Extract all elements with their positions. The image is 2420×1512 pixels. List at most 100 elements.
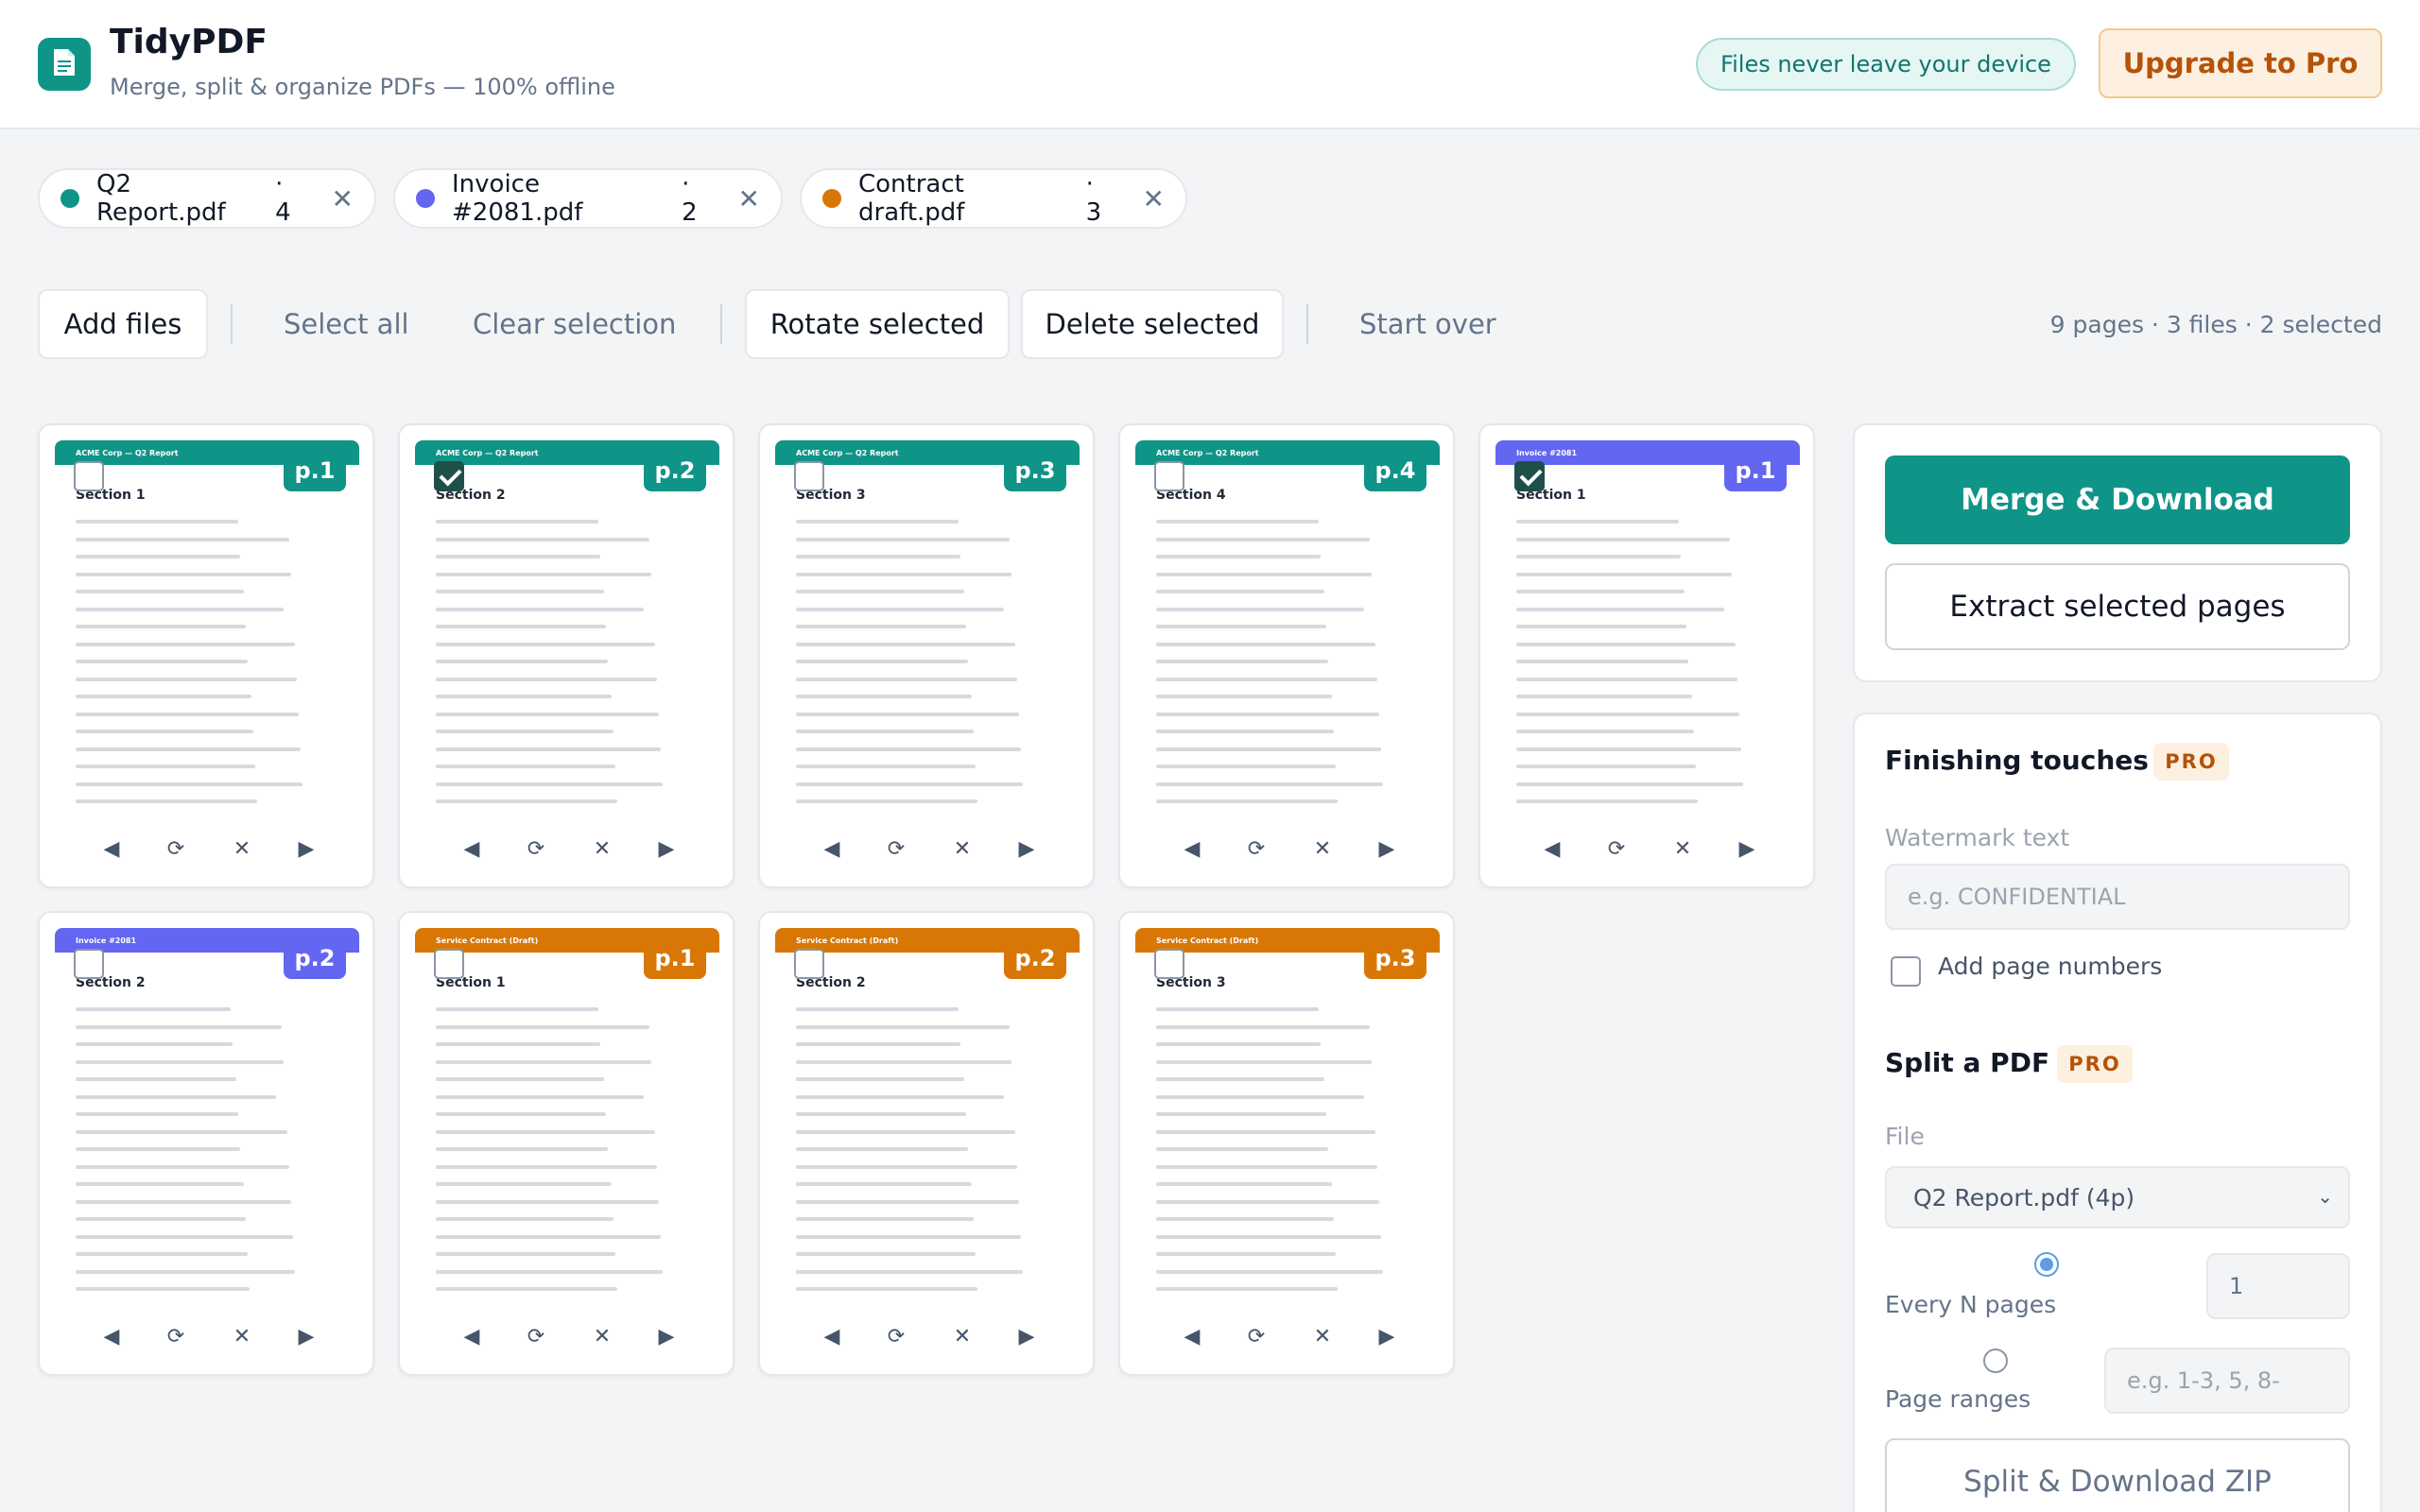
page-text-line: [1156, 625, 1326, 628]
split-download-zip-button[interactable]: Split & Download ZIP: [1885, 1438, 2350, 1512]
remove-page-icon[interactable]: ✕: [943, 1317, 981, 1355]
file-chip[interactable]: Q2 Report.pdf · 4 ✕: [38, 168, 376, 229]
app-header: TidyPDF Merge, split & organize PDFs — 1…: [0, 0, 2420, 129]
start-over-button[interactable]: Start over: [1359, 289, 1496, 359]
move-right-icon[interactable]: ▶: [648, 830, 685, 868]
every-n-pages-input[interactable]: 1: [2206, 1253, 2350, 1319]
rotate-icon[interactable]: ⟳: [157, 1317, 195, 1355]
move-left-icon[interactable]: ◀: [813, 1317, 851, 1355]
page-text-line: [76, 782, 302, 786]
delete-selected-button[interactable]: Delete selected: [1021, 289, 1284, 359]
rotate-icon[interactable]: ⟳: [877, 830, 915, 868]
page-text-line: [436, 1252, 615, 1256]
page-select-checkbox[interactable]: [74, 461, 104, 491]
rotate-icon[interactable]: ⟳: [517, 1317, 555, 1355]
move-right-icon[interactable]: ▶: [648, 1317, 685, 1355]
page-select-checkbox[interactable]: [74, 949, 104, 979]
page-select-checkbox[interactable]: [1514, 461, 1545, 491]
page-ranges-input[interactable]: e.g. 1-3, 5, 8-: [2104, 1348, 2350, 1414]
move-right-icon[interactable]: ▶: [1008, 830, 1046, 868]
move-right-icon[interactable]: ▶: [287, 830, 325, 868]
page-text-line: [796, 1094, 1004, 1099]
remove-file-icon[interactable]: ✕: [1143, 183, 1165, 215]
move-right-icon[interactable]: ▶: [287, 1317, 325, 1355]
move-right-icon[interactable]: ▶: [1368, 1317, 1406, 1355]
move-left-icon[interactable]: ◀: [813, 830, 851, 868]
page-numbers-checkbox[interactable]: [1891, 956, 1921, 987]
page-card[interactable]: Service Contract (Draft) p.1 Section 1 ◀ ⟳ ✕ ▶: [398, 911, 735, 1376]
page-text-line: [796, 1024, 1010, 1029]
every-n-pages-radio[interactable]: [2034, 1252, 2059, 1277]
rotate-selected-button[interactable]: Rotate selected: [745, 289, 1010, 359]
page-text-line: [796, 1234, 1021, 1239]
page-text-line: [1516, 799, 1698, 803]
page-select-checkbox[interactable]: [1154, 949, 1184, 979]
move-left-icon[interactable]: ◀: [453, 830, 491, 868]
finishing-touches-title: Finishing touches: [1885, 745, 2149, 776]
page-text-line: [436, 572, 651, 576]
page-select-checkbox[interactable]: [794, 461, 824, 491]
upgrade-to-pro-button[interactable]: Upgrade to Pro: [2099, 28, 2382, 98]
extract-selected-button[interactable]: Extract selected pages: [1885, 563, 2350, 650]
move-right-icon[interactable]: ▶: [1368, 830, 1406, 868]
add-files-button[interactable]: Add files: [38, 289, 208, 359]
rotate-icon[interactable]: ⟳: [877, 1317, 915, 1355]
remove-page-icon[interactable]: ✕: [583, 1317, 621, 1355]
move-left-icon[interactable]: ◀: [93, 830, 130, 868]
page-select-checkbox[interactable]: [794, 949, 824, 979]
remove-file-icon[interactable]: ✕: [332, 183, 354, 215]
rotate-icon[interactable]: ⟳: [1237, 1317, 1275, 1355]
page-text-line: [436, 607, 644, 611]
page-text-line: [76, 1112, 238, 1116]
watermark-input[interactable]: e.g. CONFIDENTIAL: [1885, 864, 2350, 930]
page-card[interactable]: Service Contract (Draft) p.3 Section 3 ◀ ⟳ ✕ ▶: [1118, 911, 1455, 1376]
page-text-line: [796, 747, 1021, 751]
remove-page-icon[interactable]: ✕: [223, 830, 261, 868]
rotate-icon[interactable]: ⟳: [157, 830, 195, 868]
remove-page-icon[interactable]: ✕: [223, 1317, 261, 1355]
page-ranges-placeholder: e.g. 1-3, 5, 8-: [2127, 1367, 2280, 1394]
rotate-icon[interactable]: ⟳: [1237, 830, 1275, 868]
page-select-checkbox[interactable]: [434, 949, 464, 979]
page-select-checkbox[interactable]: [434, 461, 464, 491]
remove-file-icon[interactable]: ✕: [738, 183, 760, 215]
move-left-icon[interactable]: ◀: [1173, 1317, 1211, 1355]
page-text-line: [796, 1007, 959, 1011]
move-left-icon[interactable]: ◀: [453, 1317, 491, 1355]
page-text-line: [436, 747, 661, 751]
page-card[interactable]: Service Contract (Draft) p.2 Section 2 ◀ ⟳ ✕ ▶: [758, 911, 1095, 1376]
page-card[interactable]: ACME Corp — Q2 Report p.1 Section 1 ◀ ⟳ ✕ ▶: [38, 423, 374, 888]
split-file-select[interactable]: Q2 Report.pdf (4p) ⌄: [1885, 1166, 2350, 1228]
move-left-icon[interactable]: ◀: [93, 1317, 130, 1355]
rotate-icon[interactable]: ⟳: [517, 830, 555, 868]
file-chip[interactable]: Invoice #2081.pdf · 2 ✕: [393, 168, 783, 229]
merge-download-button[interactable]: Merge & Download: [1885, 455, 2350, 544]
remove-page-icon[interactable]: ✕: [583, 830, 621, 868]
rotate-icon[interactable]: ⟳: [1598, 830, 1635, 868]
remove-page-icon[interactable]: ✕: [1304, 1317, 1341, 1355]
page-ranges-radio[interactable]: [1983, 1349, 2008, 1373]
select-all-button[interactable]: Select all: [284, 289, 409, 359]
file-chip[interactable]: Contract draft.pdf · 3 ✕: [800, 168, 1187, 229]
page-select-checkbox[interactable]: [1154, 461, 1184, 491]
page-text-line: [1156, 712, 1379, 716]
page-card[interactable]: Invoice #2081 p.1 Section 1 ◀ ⟳ ✕ ▶: [1478, 423, 1815, 888]
page-text-line: [436, 1164, 657, 1169]
page-card[interactable]: ACME Corp — Q2 Report p.3 Section 3 ◀ ⟳ ✕ ▶: [758, 423, 1095, 888]
page-text-line: [796, 590, 964, 593]
remove-page-icon[interactable]: ✕: [943, 830, 981, 868]
move-left-icon[interactable]: ◀: [1533, 830, 1571, 868]
move-left-icon[interactable]: ◀: [1173, 830, 1211, 868]
page-doc-title: ACME Corp — Q2 Report: [796, 449, 899, 457]
move-right-icon[interactable]: ▶: [1728, 830, 1766, 868]
page-text-line: [76, 520, 238, 524]
remove-page-icon[interactable]: ✕: [1664, 830, 1702, 868]
page-card[interactable]: Invoice #2081 p.2 Section 2 ◀ ⟳ ✕ ▶: [38, 911, 374, 1376]
clear-selection-button[interactable]: Clear selection: [473, 289, 676, 359]
toolbar-divider: [231, 304, 233, 344]
page-card[interactable]: ACME Corp — Q2 Report p.2 Section 2 ◀ ⟳ ✕ ▶: [398, 423, 735, 888]
move-right-icon[interactable]: ▶: [1008, 1317, 1046, 1355]
remove-page-icon[interactable]: ✕: [1304, 830, 1341, 868]
page-card[interactable]: ACME Corp — Q2 Report p.4 Section 4 ◀ ⟳ ✕ ▶: [1118, 423, 1455, 888]
page-text-line: [76, 625, 246, 628]
